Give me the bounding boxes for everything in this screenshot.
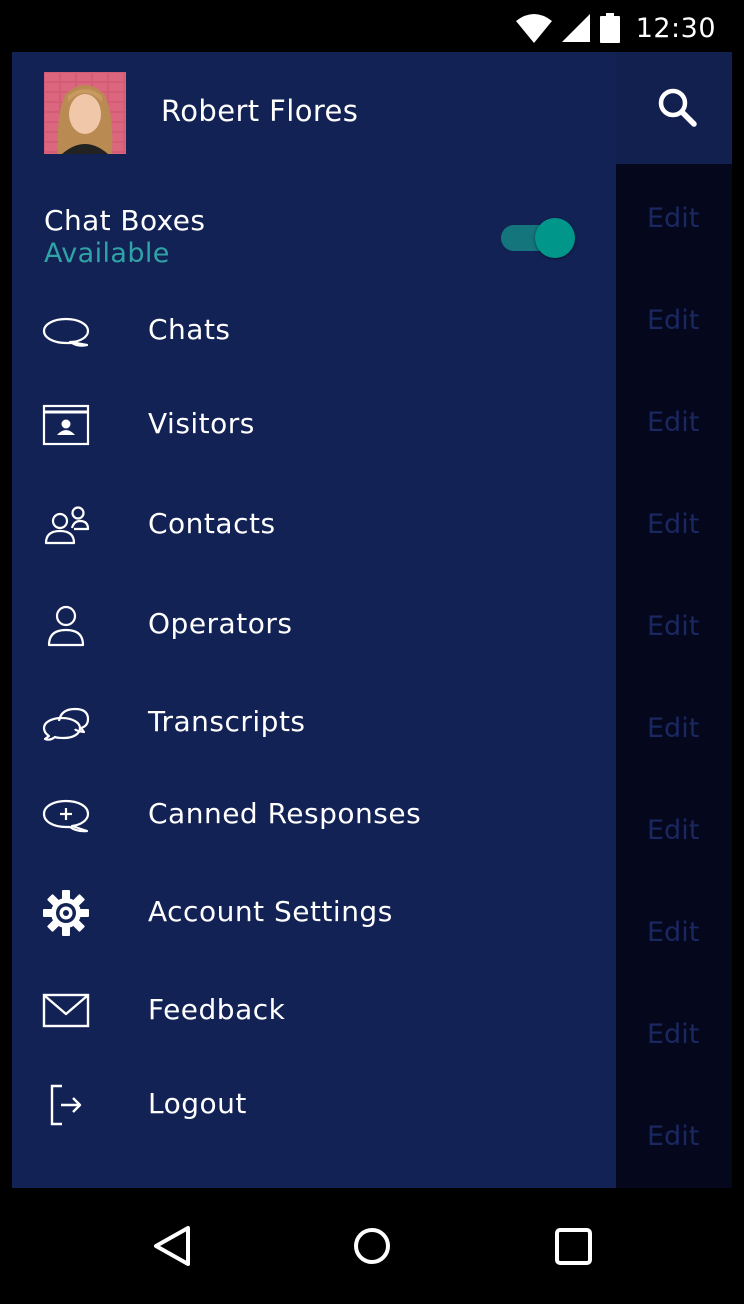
toggle-knob [535, 218, 575, 258]
menu-item-canned-responses[interactable]: Canned Responses [12, 779, 616, 849]
back-icon [154, 1226, 190, 1266]
availability-row: Chat Boxes Available [12, 202, 616, 282]
gear-icon [43, 890, 89, 936]
availability-status: Available [44, 238, 170, 269]
edit-link[interactable]: Edit [647, 1019, 699, 1050]
menu-item-chats[interactable]: Chats [12, 295, 616, 365]
battery-icon [599, 13, 620, 43]
menu-item-feedback[interactable]: Feedback [12, 975, 616, 1045]
wifi-icon [515, 14, 552, 43]
profile-name: Robert Flores [161, 94, 359, 128]
edit-link[interactable]: Edit [647, 305, 699, 336]
menu-item-operators[interactable]: Operators [12, 589, 616, 659]
recents-icon [555, 1228, 592, 1265]
edit-link[interactable]: Edit [647, 509, 699, 540]
menu-label: Chats [148, 313, 231, 346]
menu-label: Account Settings [148, 895, 393, 928]
transcripts-icon [42, 707, 90, 741]
edit-link[interactable]: Edit [647, 917, 699, 948]
menu-label: Transcripts [148, 705, 306, 738]
logout-icon [50, 1084, 82, 1126]
menu-label: Contacts [148, 507, 276, 540]
status-icons: 12:30 [515, 8, 716, 48]
search-icon [658, 88, 697, 127]
recents-button[interactable] [544, 1216, 604, 1276]
menu-item-visitors[interactable]: Visitors [12, 389, 616, 459]
avatar [44, 72, 126, 154]
edit-link[interactable]: Edit [647, 713, 699, 744]
profile-header[interactable]: Robert Flores [12, 52, 616, 176]
back-button[interactable] [142, 1216, 202, 1276]
edit-link[interactable]: Edit [647, 1121, 699, 1152]
menu-label: Operators [148, 607, 293, 640]
search-button[interactable] [656, 86, 700, 130]
edit-link[interactable]: Edit [647, 815, 699, 846]
edit-link[interactable]: Edit [647, 407, 699, 438]
envelope-icon [42, 993, 90, 1028]
home-button[interactable] [342, 1216, 402, 1276]
status-bar: 12:30 [0, 0, 744, 52]
canned-response-icon [42, 799, 90, 833]
person-icon [47, 605, 85, 647]
home-icon [354, 1228, 390, 1264]
chat-bubble-icon [42, 317, 90, 347]
availability-toggle[interactable] [501, 218, 577, 258]
system-nav-bar [0, 1188, 744, 1304]
menu-item-logout[interactable]: Logout [12, 1069, 616, 1139]
menu-item-contacts[interactable]: Contacts [12, 489, 616, 559]
availability-title: Chat Boxes [44, 204, 206, 237]
visitor-card-icon [42, 404, 90, 446]
menu-item-transcripts[interactable]: Transcripts [12, 687, 616, 757]
clock-time: 12:30 [635, 12, 716, 44]
edit-link[interactable]: Edit [647, 203, 699, 234]
contacts-icon [44, 506, 90, 545]
menu-label: Logout [148, 1087, 247, 1120]
edit-link[interactable]: Edit [647, 611, 699, 642]
menu-label: Canned Responses [148, 797, 422, 830]
menu-item-account-settings[interactable]: Account Settings [12, 877, 616, 947]
menu-label: Feedback [148, 993, 286, 1026]
signal-icon [561, 14, 590, 42]
navigation-drawer: Robert Flores Chat Boxes Available Chats… [12, 52, 616, 1188]
menu-label: Visitors [148, 407, 255, 440]
